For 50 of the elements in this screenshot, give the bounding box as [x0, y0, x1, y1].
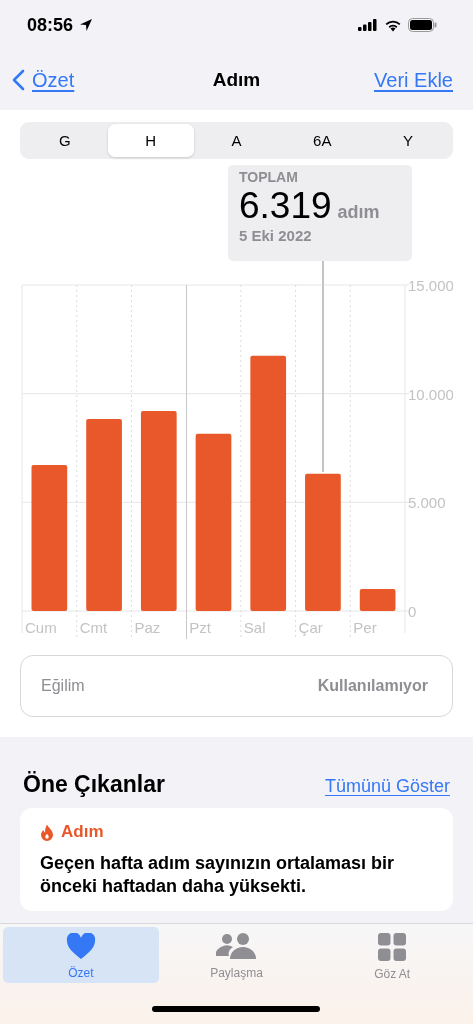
segment-tab[interactable]: Y — [365, 124, 451, 157]
trend-label: Eğilim — [41, 677, 85, 695]
axis-label: Cum — [25, 619, 57, 636]
back-label[interactable]: Özet — [32, 68, 75, 92]
segment-tab[interactable]: 6A — [279, 124, 366, 157]
trend-row[interactable]: Eğilim Kullanılamıyor — [20, 655, 453, 717]
segment-tab[interactable]: G — [22, 124, 108, 157]
people-icon — [216, 933, 257, 960]
card-text: Geçen hafta adım sayınızın ortalaması bir önceki haftadan daha yüksekti. — [40, 852, 396, 899]
axis-label: Sal — [243, 619, 266, 636]
grid-icon — [378, 933, 407, 961]
back-link[interactable]: Özet — [12, 68, 75, 92]
status-time: 08:56 — [27, 14, 74, 36]
bar[interactable] — [195, 433, 232, 611]
chevron-left-icon — [12, 69, 25, 91]
add-data-link[interactable]: Veri Ekle — [374, 68, 453, 92]
section-title: Öne Çıkanlar — [23, 771, 165, 798]
axis-label: 15.000 — [408, 277, 453, 294]
nav-title: Adım — [212, 69, 261, 91]
bar[interactable] — [140, 411, 177, 611]
summary-unit: adım — [337, 202, 380, 223]
segment-tab[interactable]: A — [193, 124, 280, 157]
location-arrow-icon — [79, 18, 94, 32]
axis-label: 10.000 — [408, 385, 453, 403]
tab-bar-item[interactable]: Paylaşma — [158, 927, 315, 983]
tab-bar-item[interactable]: Özet — [3, 927, 159, 983]
wifi-icon — [384, 18, 402, 32]
trend-value: Kullanılamıyor — [317, 677, 428, 695]
bar[interactable] — [359, 589, 396, 611]
axis-label: Çar — [298, 619, 323, 636]
axis-label: 5.000 — [408, 494, 446, 512]
show-all-link[interactable]: Tümünü Göster — [324, 776, 450, 797]
axis-label: Per — [353, 619, 377, 636]
segment-tab[interactable]: H — [107, 124, 194, 157]
tab-bar-item[interactable]: Göz At — [314, 927, 470, 983]
heart-icon — [65, 933, 96, 960]
axis-label: Paz — [134, 619, 161, 636]
signal-icon — [358, 19, 378, 31]
summary-date: 5 Eki 2022 — [239, 227, 313, 244]
axis-label: 0 — [408, 603, 417, 620]
highlight-card[interactable]: Adım Geçen hafta adım sayınızın ortalaması bir önceki haftadan daha yüksekti. — [20, 808, 453, 911]
axis-label: Cmt — [79, 619, 108, 636]
summary-value: 6.319 — [239, 185, 332, 227]
card-category: Adım — [61, 822, 104, 842]
bar[interactable] — [31, 464, 68, 611]
summary-label: TOPLAM — [239, 169, 299, 185]
bar[interactable] — [250, 355, 287, 611]
battery-icon — [408, 18, 437, 32]
flame-icon — [40, 823, 54, 841]
axis-label: Pzt — [189, 619, 211, 636]
